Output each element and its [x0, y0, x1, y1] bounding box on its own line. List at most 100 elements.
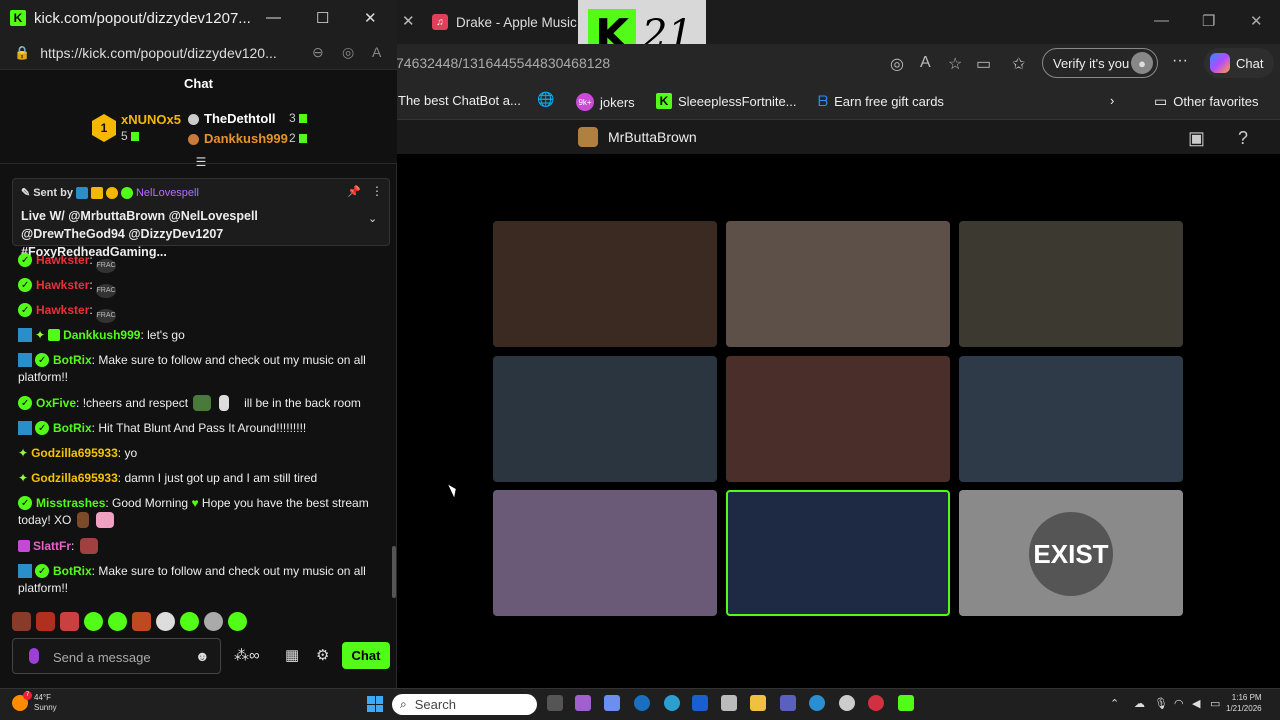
tracking-icon[interactable]: ◎ [890, 54, 904, 74]
volume-icon[interactable]: ◀ [1192, 697, 1200, 710]
favorite-gift-cards[interactable]: ᗷ Earn free gift cards [818, 93, 944, 110]
username[interactable]: Hawkster [36, 253, 89, 267]
username[interactable]: BotRix [53, 353, 92, 367]
leaderboard-name[interactable]: Dankkush999 [204, 131, 288, 146]
onedrive-icon[interactable]: ☁ [1134, 697, 1145, 710]
video-tile[interactable] [726, 221, 950, 347]
emote-button[interactable] [84, 612, 103, 631]
settings-icon[interactable] [839, 695, 855, 711]
tab-apple-music[interactable]: ♫ Drake - Apple Music [420, 6, 580, 38]
close-tab-icon[interactable]: ✕ [402, 12, 415, 30]
minimize-icon[interactable]: — [266, 9, 281, 26]
video-tile[interactable] [959, 221, 1183, 347]
popout-address-bar[interactable]: 🔒 https://kick.com/popout/dizzydev120...… [0, 36, 397, 70]
verify-profile-button[interactable]: Verify it's you ● [1042, 48, 1158, 78]
more-icon[interactable]: ⋮ [371, 184, 383, 198]
emote-button[interactable] [180, 612, 199, 631]
emote-button[interactable] [204, 612, 223, 631]
emote-button[interactable] [228, 612, 247, 631]
emote-button[interactable] [36, 612, 55, 631]
username[interactable]: Hawkster [36, 278, 89, 292]
screen-icon[interactable]: ▭ [976, 54, 991, 74]
video-tile[interactable] [493, 490, 717, 616]
taskbar-clock[interactable]: 1:16 PM 1/21/2026 [1226, 692, 1262, 714]
minimize-icon[interactable]: — [1154, 12, 1169, 29]
kick-app-icon[interactable] [898, 695, 914, 711]
favorites-icon[interactable]: ✩ [1012, 54, 1025, 74]
maximize-icon[interactable]: ☐ [316, 9, 329, 27]
video-tile[interactable] [959, 356, 1183, 482]
username[interactable]: Godzilla695933 [31, 471, 118, 485]
zoom-icon[interactable]: ⊖ [312, 44, 324, 61]
username[interactable]: Godzilla695933 [31, 446, 118, 460]
read-aloud-icon[interactable]: A [920, 54, 931, 72]
globe-icon[interactable]: 🌐 [537, 91, 554, 108]
popout-url[interactable]: https://kick.com/popout/dizzydev120... [40, 45, 277, 61]
url-text[interactable]: 74632448/1316445544830468128 [396, 55, 610, 71]
favorite-star-icon[interactable]: ☆ [948, 54, 962, 74]
store-icon[interactable]: ▦ [285, 646, 299, 664]
taskbar-search[interactable]: ⌕ [392, 694, 537, 715]
task-view-icon[interactable] [547, 695, 563, 711]
video-tile[interactable] [726, 356, 950, 482]
video-tile[interactable] [493, 221, 717, 347]
windows-start-icon[interactable] [367, 696, 383, 712]
teams-icon[interactable] [780, 695, 796, 711]
pinned-message[interactable]: ✎ Sent by NelLovespell 📌 ⋮ Live W/ @Mrbu… [12, 178, 390, 259]
emote-button[interactable] [60, 612, 79, 631]
streamer-info[interactable]: MrButtaBrown [578, 127, 697, 147]
file-explorer-icon[interactable] [750, 695, 766, 711]
video-tile[interactable] [493, 356, 717, 482]
username[interactable]: SlattFr [33, 539, 71, 553]
close-window-icon[interactable]: ✕ [1250, 12, 1263, 30]
battery-icon[interactable]: ▭ [1210, 697, 1220, 710]
store-icon[interactable] [721, 695, 737, 711]
emote-button[interactable] [132, 612, 151, 631]
edge-icon[interactable] [809, 695, 825, 711]
emoji-icon[interactable]: ☻ [195, 648, 210, 664]
wifi-icon[interactable]: ◠ [1174, 697, 1184, 710]
microphone-tray-icon[interactable]: 🎙 [1154, 697, 1168, 710]
collapse-handle-icon[interactable]: ☰ [193, 156, 209, 168]
emote-button[interactable] [108, 612, 127, 631]
app-icon[interactable] [664, 695, 680, 711]
taskbar-search-input[interactable] [414, 697, 515, 712]
leaderboard-name[interactable]: xNUNOx5 [121, 112, 181, 127]
tracking-icon[interactable]: ◎ [342, 44, 354, 61]
help-icon[interactable]: ? [1238, 128, 1248, 149]
read-aloud-icon[interactable]: A [372, 44, 381, 60]
username[interactable]: Hawkster [36, 303, 89, 317]
username[interactable]: BotRix [53, 421, 92, 435]
chat-scrollbar[interactable] [392, 546, 396, 598]
microphone-icon[interactable] [29, 648, 39, 664]
favorite-jokers[interactable]: 9k+ jokers [576, 93, 635, 111]
video-tile[interactable]: EXIST [959, 490, 1183, 616]
pin-icon[interactable]: 📌 [347, 185, 361, 198]
emote-button[interactable] [156, 612, 175, 631]
chevron-right-icon[interactable]: › [1110, 93, 1114, 108]
pinned-sender-name[interactable]: NelLovespell [136, 187, 199, 199]
other-favorites[interactable]: ▭ Other favorites [1154, 93, 1259, 110]
username[interactable]: Misstrashes [36, 496, 105, 510]
zoom-icon[interactable] [692, 695, 708, 711]
username[interactable]: BotRix [53, 564, 92, 578]
message-input[interactable] [53, 647, 193, 667]
leaderboard-name[interactable]: TheDethtoll [204, 111, 276, 126]
more-options-icon[interactable]: ··· [1172, 52, 1188, 70]
maps-icon[interactable] [868, 695, 884, 711]
copilot-taskbar-icon[interactable] [604, 695, 620, 711]
favorite-chatbot[interactable]: The best ChatBot a... [398, 93, 521, 108]
channel-points-icon[interactable]: ⁂∞ [234, 646, 260, 664]
copilot-chat-button[interactable]: Chat [1204, 48, 1274, 78]
username[interactable]: OxFive [36, 396, 76, 410]
favorite-fortnite[interactable]: K SleeeplessFortnite... [656, 93, 797, 109]
close-icon[interactable]: ✕ [364, 9, 377, 27]
video-tile-active-speaker[interactable] [726, 490, 950, 616]
hp-icon[interactable] [634, 695, 650, 711]
maximize-icon[interactable]: ❐ [1202, 12, 1215, 30]
send-chat-button[interactable]: Chat [342, 642, 390, 669]
app-icon[interactable] [575, 695, 591, 711]
chevron-up-icon[interactable]: ⌃ [1110, 697, 1119, 710]
weather-widget[interactable]: 7 44°F Sunny [12, 691, 57, 713]
chevron-down-icon[interactable]: ⌄ [368, 212, 377, 225]
